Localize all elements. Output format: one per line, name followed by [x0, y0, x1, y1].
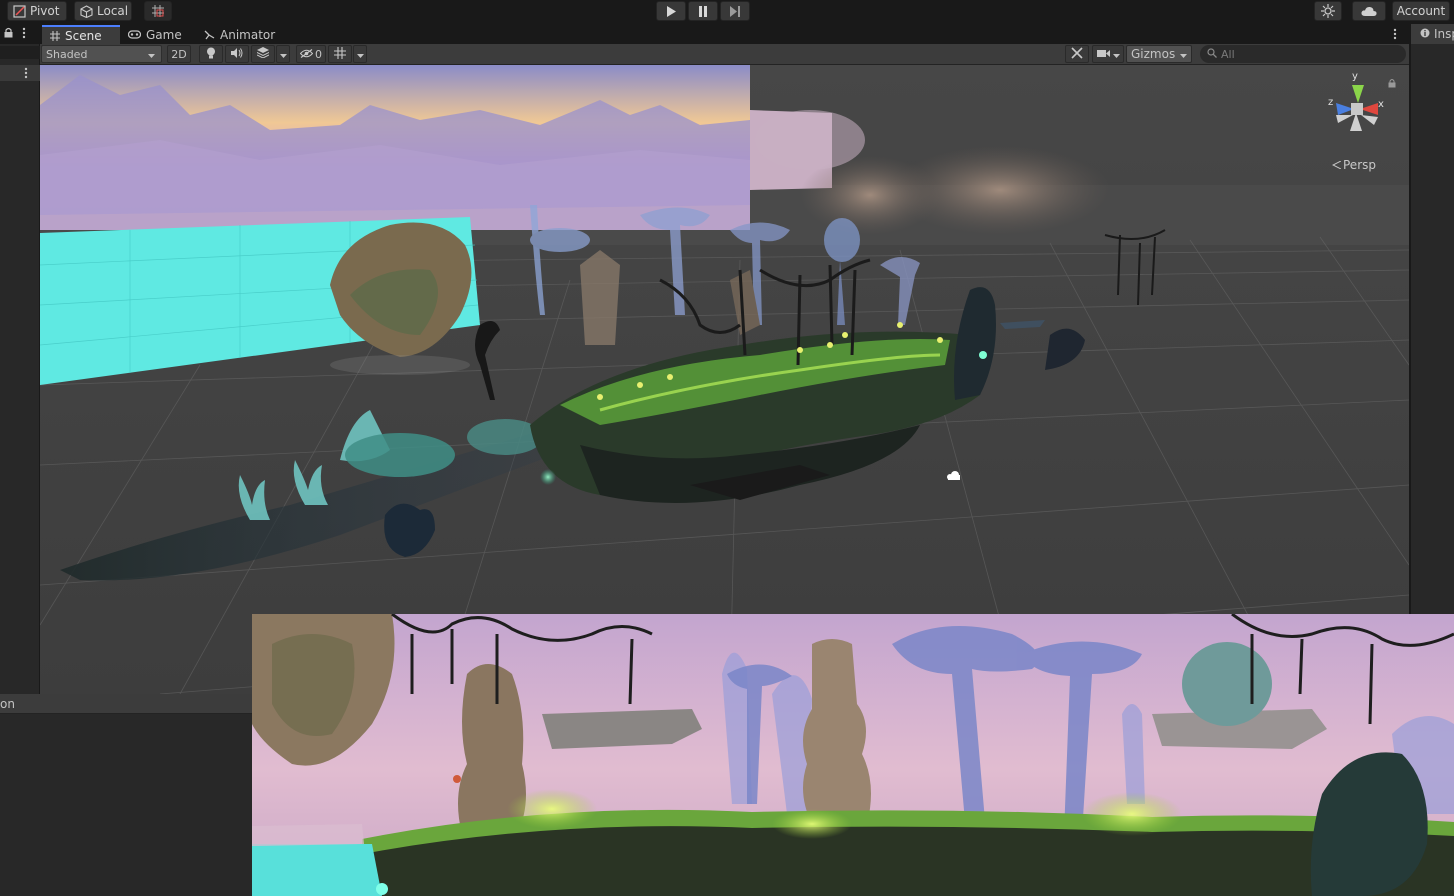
game-view-preview — [252, 614, 1454, 896]
services-button[interactable] — [1314, 1, 1342, 21]
draw-mode-value: Shaded — [46, 47, 88, 61]
inspector-panel: Insp — [1410, 24, 1454, 614]
scene-search-input[interactable]: All — [1200, 45, 1406, 63]
tab-inspector[interactable]: Insp — [1411, 24, 1454, 44]
search-placeholder: All — [1221, 47, 1235, 61]
game-render — [252, 614, 1454, 896]
local-cube-icon — [80, 4, 93, 18]
animator-icon — [204, 29, 215, 40]
chevron-down-icon — [1180, 48, 1187, 61]
scene-render — [40, 65, 1409, 694]
bottom-panel-label: on — [0, 696, 15, 711]
tab-game-label: Game — [146, 27, 182, 42]
grid-icon — [334, 46, 346, 62]
2d-toggle-button[interactable]: 2D — [167, 45, 191, 63]
cloud-icon — [1361, 6, 1377, 17]
pivot-icon — [13, 4, 26, 18]
bottom-panel-tab[interactable]: on — [0, 694, 252, 714]
tab-animator[interactable]: Animator — [196, 25, 286, 44]
grid-toggle-button[interactable] — [328, 45, 352, 63]
chevron-down-icon — [1112, 48, 1120, 61]
gizmos-label: Gizmos — [1131, 47, 1176, 61]
pivot-toggle-button[interactable]: Pivot — [7, 1, 67, 21]
chevron-down-icon — [279, 48, 287, 61]
gamepad-icon — [128, 30, 141, 39]
hierarchy-row[interactable] — [0, 65, 40, 81]
play-icon — [666, 5, 676, 17]
tab-scene[interactable]: Scene — [42, 25, 120, 44]
hash-icon — [50, 30, 60, 41]
draw-mode-dropdown[interactable]: Shaded — [41, 45, 162, 63]
lighting-toggle-button[interactable] — [199, 45, 223, 63]
local-label: Local — [97, 4, 129, 18]
account-dropdown[interactable]: Account — [1392, 1, 1450, 21]
kebab-menu-icon[interactable] — [22, 27, 26, 42]
hidden-count: 0 — [315, 47, 322, 61]
lightbulb-icon — [206, 47, 216, 62]
tab-scene-label: Scene — [65, 28, 102, 43]
step-icon — [729, 5, 741, 17]
camera-icon — [1096, 48, 1110, 61]
scene-tab-bar: Scene Game Animator — [40, 24, 1409, 44]
info-icon — [1420, 27, 1430, 41]
kebab-menu-icon[interactable] — [24, 67, 28, 82]
kebab-menu-icon[interactable] — [1393, 28, 1397, 43]
eye-slash-icon — [299, 48, 314, 61]
tab-animator-label: Animator — [220, 27, 276, 42]
grid-dropdown[interactable] — [353, 45, 367, 63]
orientation-gizmo[interactable]: y x z — [1326, 71, 1386, 145]
hierarchy-tab — [0, 24, 40, 44]
2d-label: 2D — [171, 47, 187, 61]
scene-visibility-button[interactable]: 0 — [296, 45, 326, 63]
hierarchy-panel — [0, 24, 40, 694]
step-button[interactable] — [720, 1, 750, 21]
search-icon — [1207, 47, 1217, 61]
audio-toggle-button[interactable] — [225, 45, 249, 63]
chevron-down-icon — [148, 48, 155, 61]
pause-button[interactable] — [688, 1, 718, 21]
effects-dropdown[interactable] — [276, 45, 290, 63]
tools-button[interactable] — [1065, 45, 1089, 63]
projection-label: Persp — [1343, 158, 1376, 172]
local-toggle-button[interactable]: Local — [74, 1, 132, 21]
tab-inspector-label: Insp — [1434, 27, 1454, 41]
projection-toggle[interactable]: Persp — [1331, 158, 1376, 172]
gizmo-lock-icon[interactable] — [1388, 77, 1396, 91]
scene-viewport[interactable]: y x z Persp — [40, 65, 1409, 694]
services-icon — [1321, 4, 1335, 18]
account-label: Account — [1396, 4, 1446, 18]
perspective-icon — [1331, 158, 1342, 172]
camera-settings-button[interactable] — [1092, 45, 1124, 63]
grid-snap-button[interactable] — [144, 1, 172, 21]
layers-icon — [256, 47, 270, 61]
pause-icon — [698, 5, 708, 17]
tools-icon — [1071, 46, 1083, 62]
axis-z-label: z — [1328, 97, 1334, 108]
effects-toggle-button[interactable] — [251, 45, 275, 63]
tab-game[interactable]: Game — [120, 25, 196, 44]
axis-y-label: y — [1352, 71, 1358, 82]
axis-x-label: x — [1378, 99, 1384, 110]
speaker-icon — [231, 47, 243, 61]
chevron-down-icon — [356, 48, 364, 61]
scene-view-toolbar: Shaded 2D 0 Gizmos All — [40, 44, 1409, 65]
gizmos-dropdown[interactable]: Gizmos — [1126, 45, 1192, 63]
pivot-label: Pivot — [30, 4, 60, 18]
play-button[interactable] — [656, 1, 686, 21]
hierarchy-search-field[interactable] — [0, 46, 40, 59]
grid-snap-icon — [151, 4, 165, 18]
lock-icon[interactable] — [4, 27, 13, 41]
main-toolbar: Pivot Local Account — [0, 0, 1454, 24]
bottom-left-panel: on — [0, 694, 252, 896]
cloud-button[interactable] — [1352, 1, 1386, 21]
